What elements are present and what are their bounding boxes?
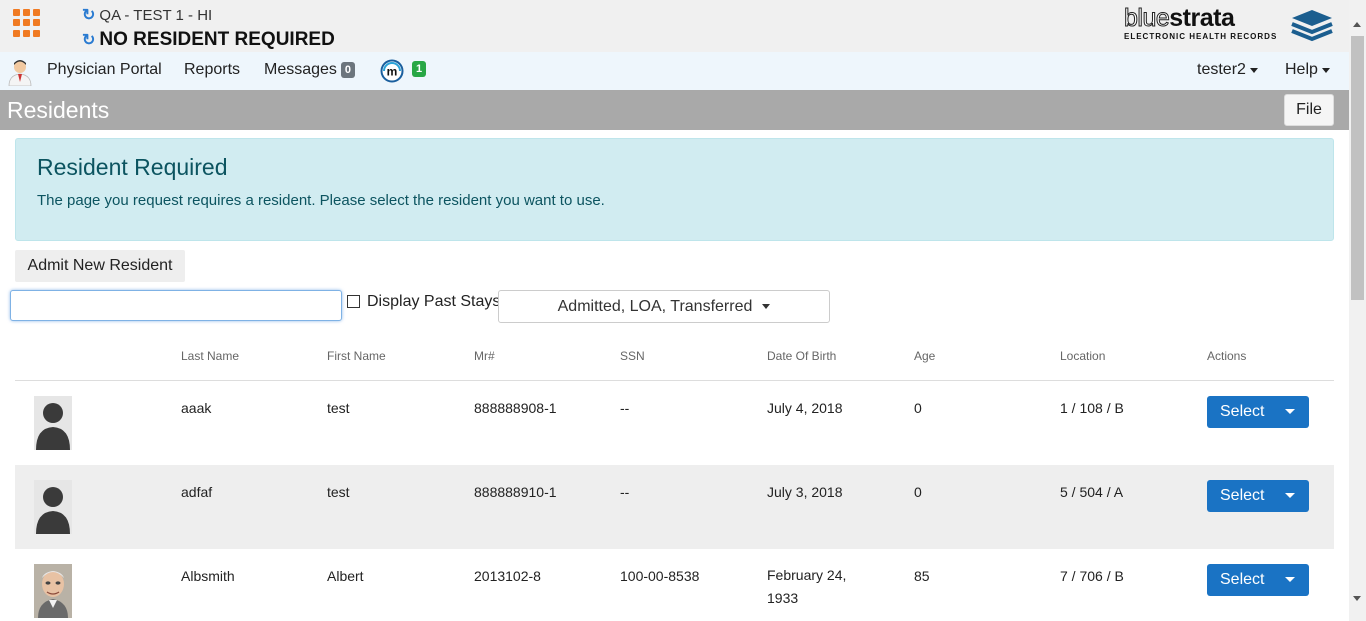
messages-count-badge: 0 [340,62,356,78]
column-header-ssn[interactable]: SSN [620,349,645,363]
cell-mr: 888888910-1 [474,484,557,500]
column-header-first-name[interactable]: First Name [327,349,386,363]
refresh-icon[interactable]: ↻ [82,5,95,25]
cell-mr: 888888908-1 [474,400,557,416]
chevron-down-icon[interactable] [1285,409,1295,414]
resident-status-label: NO RESIDENT REQUIRED [99,29,335,50]
column-header-age[interactable]: Age [914,349,935,363]
select-resident-button[interactable]: Select [1207,564,1309,596]
cell-last-name: Albsmith [181,568,235,584]
cell-ssn: -- [620,484,630,500]
cell-first-name: Albert [327,568,364,584]
file-button[interactable]: File [1284,94,1334,126]
help-label: Help [1285,61,1318,78]
svg-text:m: m [387,65,398,79]
chevron-down-icon [762,304,771,309]
resident-photo-portrait [34,564,72,618]
nav-reports[interactable]: Reports [184,61,240,79]
cell-age: 85 [914,568,930,584]
cell-mr: 2013102-8 [474,568,541,584]
messages-label: Messages [264,61,337,78]
chevron-down-icon[interactable] [1285,493,1295,498]
select-resident-button[interactable]: Select [1207,480,1309,512]
m-count-badge: 1 [412,61,427,77]
column-header-dob[interactable]: Date Of Birth [767,349,836,363]
cell-location: 5 / 504 / A [1060,484,1124,500]
page-scrollbar[interactable] [1349,0,1366,621]
resident-required-alert: Resident Required The page you request r… [15,138,1334,241]
cell-location: 1 / 108 / B [1060,400,1124,416]
cell-first-name: test [327,484,350,500]
physician-avatar-icon [8,60,32,86]
cell-dob: July 3, 2018 [767,484,843,500]
facility-name[interactable]: ↻ QA - TEST 1 - HI [82,5,212,25]
select-label: Select [1220,403,1265,420]
scroll-up-arrow-icon[interactable] [1353,22,1361,27]
cell-age: 0 [914,400,922,416]
m-messaging-icon[interactable]: m [380,59,404,83]
chevron-down-icon [1321,67,1330,73]
column-header-last-name[interactable]: Last Name [181,349,239,363]
help-menu[interactable]: Help [1285,61,1330,79]
cell-age: 0 [914,484,922,500]
status-filter-dropdown[interactable]: Admitted, LOA, Transferred [498,290,830,323]
chevron-down-icon [1249,67,1258,73]
table-row[interactable]: aaak test 888888908-1 -- July 4, 2018 0 … [15,381,1334,465]
scroll-down-arrow-icon[interactable] [1353,596,1361,601]
cell-last-name: adfaf [181,484,213,500]
table-row[interactable]: adfaf test 888888910-1 -- July 3, 2018 0… [15,465,1334,549]
logo-stack-icon [1291,10,1333,42]
cell-ssn: -- [620,400,630,416]
cell-dob: July 4, 2018 [767,400,843,416]
logo-tagline: ELECTRONIC HEALTH RECORDS [1124,32,1278,41]
user-name: tester2 [1197,61,1246,78]
alert-title: Resident Required [37,154,228,180]
admit-new-resident-button[interactable]: Admit New Resident [15,250,185,282]
status-filter-value: Admitted, LOA, Transferred [557,297,753,315]
table-row[interactable]: Albsmith Albert 2013102-8 100-00-8538 Fe… [15,549,1334,621]
user-menu[interactable]: tester2 [1197,61,1258,79]
logo-blue-text: blue [1123,4,1170,33]
resident-photo-silhouette [34,480,72,534]
bluestrata-logo: bluestrata ELECTRONIC HEALTH RECORDS [1123,4,1336,46]
alert-message: The page you request requires a resident… [37,192,605,209]
nav-bar: Physician Portal Reports Messages 0 1 te… [0,52,1349,90]
select-label: Select [1220,487,1265,504]
resident-photo-silhouette [34,396,72,450]
cell-location: 7 / 706 / B [1060,568,1124,584]
display-past-stays-label: Display Past Stays [367,293,501,310]
current-resident[interactable]: ↻ NO RESIDENT REQUIRED [82,29,335,51]
cell-ssn: 100-00-8538 [620,568,700,584]
m-count-item[interactable]: 1 [408,61,427,77]
column-header-actions: Actions [1207,349,1247,363]
column-header-mr[interactable]: Mr# [474,349,495,363]
select-resident-button[interactable]: Select [1207,396,1309,428]
cell-first-name: test [327,400,350,416]
column-header-location[interactable]: Location [1060,349,1105,363]
scrollbar-thumb[interactable] [1351,36,1364,300]
logo-strata-text: strata [1169,4,1235,32]
apps-grid-icon[interactable] [13,9,41,37]
facility-label: QA - TEST 1 - HI [99,6,213,24]
resident-search-input[interactable] [10,290,342,321]
section-header: Residents [0,90,1349,130]
top-header: ↻ QA - TEST 1 - HI ↻ NO RESIDENT REQUIRE… [0,0,1349,52]
select-label: Select [1220,571,1265,588]
cell-dob: February 24, 1933 [767,567,847,606]
nav-messages[interactable]: Messages 0 [264,61,356,79]
display-past-stays-checkbox[interactable] [347,295,360,308]
page-title: Residents [7,97,110,123]
nav-physician-portal[interactable]: Physician Portal [47,61,162,79]
chevron-down-icon[interactable] [1285,577,1295,582]
cell-last-name: aaak [181,400,212,416]
refresh-icon[interactable]: ↻ [82,30,95,50]
